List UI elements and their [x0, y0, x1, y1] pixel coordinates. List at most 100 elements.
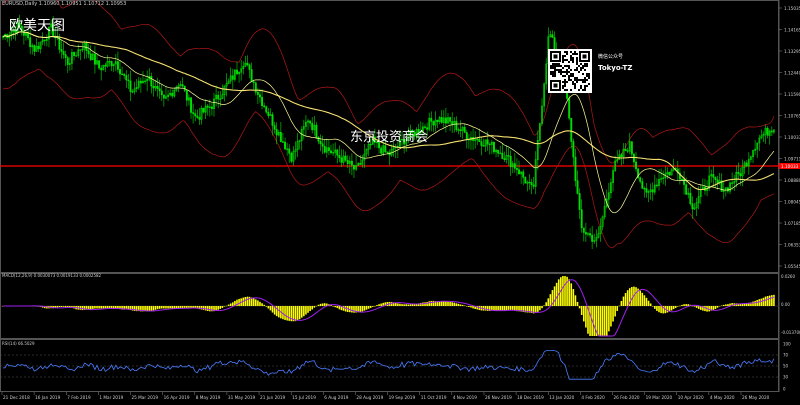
candle-body — [530, 182, 533, 186]
qr-module — [580, 69, 582, 71]
macd-bar — [277, 306, 280, 318]
qr-module — [582, 89, 584, 91]
macd-bar — [605, 306, 608, 336]
candle-body — [737, 172, 740, 174]
candle-body — [480, 141, 483, 146]
symbol-header: EURUSD,Daily 1.10960 1.10951 1.10712 1.1… — [2, 1, 127, 7]
macd-bar — [766, 296, 769, 306]
rsi-axis-label: 70 — [783, 353, 789, 358]
candle-body — [478, 138, 481, 142]
qr-module — [566, 69, 568, 71]
macd-bar — [589, 306, 591, 336]
macd-bar — [319, 303, 322, 306]
candle-body — [344, 155, 347, 161]
macd-bar — [495, 306, 497, 311]
macd-bar — [148, 306, 151, 311]
macd-bar — [499, 306, 502, 311]
macd-bar — [244, 296, 247, 306]
macd-bar — [449, 302, 451, 306]
qr-module — [554, 69, 556, 71]
qr-module — [584, 63, 586, 65]
macd-bar — [102, 306, 105, 309]
macd-bar — [601, 306, 604, 336]
macd-bar — [771, 295, 773, 306]
candle-body — [252, 81, 255, 83]
trading-chart[interactable]: 1.15035 1.14165 1.13295 1.12440 1.11590 1.107… — [0, 0, 800, 401]
qr-module — [558, 65, 560, 67]
macd-bar — [305, 306, 307, 315]
qr-module — [568, 75, 570, 77]
candle-body — [346, 159, 349, 164]
time-label: 25 Mar 2019 — [132, 395, 159, 400]
macd-bar — [545, 302, 547, 306]
macd-bar — [313, 306, 316, 308]
time-label: 1 Mar 2019 — [99, 395, 123, 400]
qr-module — [566, 65, 568, 67]
qr-module — [586, 85, 588, 87]
macd-bar — [146, 306, 148, 311]
candle-body — [626, 150, 629, 152]
macd-bar — [64, 306, 67, 307]
qr-module — [556, 65, 558, 67]
qr-module — [568, 61, 570, 63]
candle-body — [108, 61, 111, 63]
macd-bar — [451, 302, 453, 306]
qr-module — [580, 67, 582, 69]
candle-body — [463, 127, 466, 133]
macd-bar — [156, 306, 159, 310]
candle-body — [528, 181, 531, 184]
macd-bar — [635, 287, 637, 306]
candle-body — [231, 75, 234, 80]
candle-body — [263, 105, 266, 108]
macd-bar — [578, 306, 581, 309]
macd-bar — [181, 306, 184, 308]
macd-bar — [503, 306, 506, 311]
macd-bar — [288, 306, 291, 321]
price-label: 1.12440 — [784, 71, 800, 76]
candle-body — [359, 163, 362, 165]
candle-body — [309, 120, 312, 124]
panel-frame — [0, 0, 780, 392]
candle-body — [386, 151, 389, 153]
macd-bar — [104, 306, 107, 309]
qr-module — [582, 67, 584, 69]
candle-body — [261, 96, 264, 106]
macd-bar — [555, 282, 558, 306]
qr-module — [564, 55, 566, 57]
time-label: 18 Dec 2019 — [517, 395, 544, 400]
qr-module — [554, 63, 556, 65]
macd-bar — [165, 306, 167, 309]
macd-bar — [403, 304, 405, 306]
macd-bar — [720, 305, 723, 306]
qr-module — [564, 89, 566, 91]
macd-bar — [470, 306, 472, 308]
candle-body — [551, 34, 554, 38]
macd-bar — [169, 306, 171, 309]
macd-bar — [171, 306, 174, 309]
candle-body — [259, 94, 261, 98]
macd-bar — [679, 305, 681, 307]
candle-body — [436, 119, 439, 122]
candle-body — [254, 82, 257, 93]
macd-bar — [758, 299, 761, 306]
qr-module — [552, 67, 554, 69]
candle-body — [515, 168, 518, 170]
candle-body — [624, 148, 627, 151]
macd-bar — [497, 306, 499, 311]
qr-module — [564, 79, 566, 81]
qr-module — [578, 79, 580, 81]
qr-module — [576, 59, 578, 61]
candle-body — [589, 233, 592, 236]
macd-bar — [179, 306, 182, 309]
candle-body — [651, 189, 654, 193]
macd-bar — [620, 300, 623, 306]
macd-bar — [616, 306, 619, 312]
macd-bar — [626, 290, 629, 306]
candle-body — [449, 117, 452, 122]
candle-body — [110, 61, 113, 67]
macd-bar — [603, 306, 606, 336]
macd-bar — [204, 306, 207, 311]
macd-bar — [541, 306, 543, 309]
candle-body — [683, 178, 686, 185]
candle-body — [726, 187, 729, 192]
